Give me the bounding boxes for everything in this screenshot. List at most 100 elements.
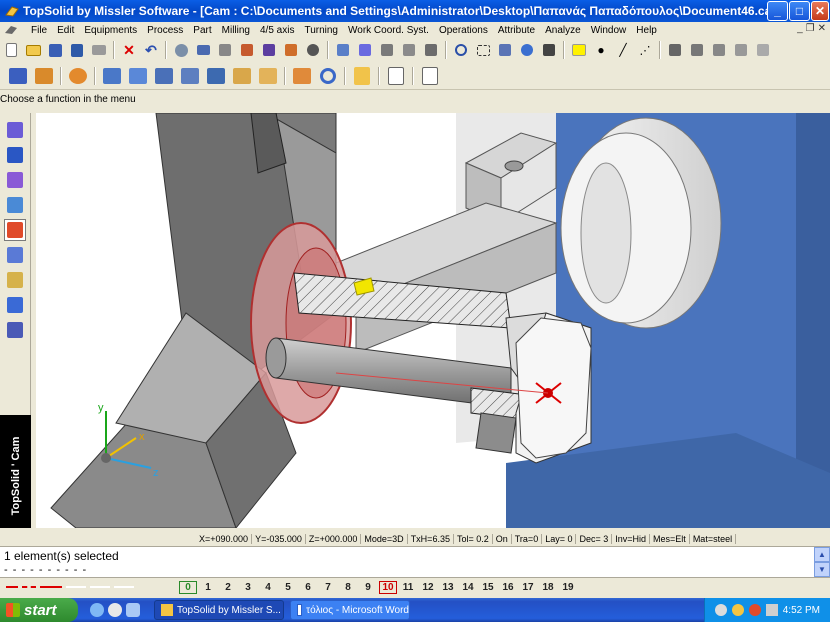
menu-milling[interactable]: Milling <box>217 25 255 36</box>
properties-button[interactable] <box>67 40 87 60</box>
layer-13[interactable]: 13 <box>438 582 458 593</box>
menu-work-coord-syst[interactable]: Work Coord. Syst. <box>343 25 434 36</box>
media-icon[interactable] <box>108 603 122 617</box>
layer-1[interactable]: 1 <box>198 582 218 593</box>
line-style-blank[interactable] <box>90 586 110 588</box>
cam-button-5[interactable] <box>126 64 150 88</box>
taskbar-item-topsolid[interactable]: TopSolid by Missler S... <box>154 600 284 620</box>
line-style-solid[interactable] <box>40 586 62 588</box>
layer-3[interactable]: 3 <box>238 582 258 593</box>
network-icon[interactable] <box>714 604 727 616</box>
undo-button[interactable]: ↶ <box>141 40 161 60</box>
menu-equipments[interactable]: Equipments <box>79 25 142 36</box>
layer-17[interactable]: 17 <box>518 582 538 593</box>
taskbar-item-word[interactable]: τόλιος - Microsoft Word <box>290 600 410 620</box>
ie-icon[interactable] <box>90 603 104 617</box>
cam-button-1[interactable] <box>6 64 30 88</box>
analysis-tool-button[interactable] <box>4 319 26 341</box>
tool-button-l[interactable] <box>421 40 441 60</box>
topsolid-app-icon[interactable] <box>4 3 20 19</box>
menu-window[interactable]: Window <box>586 25 632 36</box>
menu-attribute[interactable]: Attribute <box>493 25 540 36</box>
cam-tool-button[interactable] <box>4 219 26 241</box>
point-style-button[interactable]: ● <box>591 40 611 60</box>
tool-button-f[interactable] <box>281 40 301 60</box>
message-scrollbar[interactable]: ▲ ▼ <box>814 547 830 577</box>
status-on[interactable]: On <box>493 534 512 544</box>
rotate-button[interactable] <box>517 40 537 60</box>
layer-5[interactable]: 5 <box>278 582 298 593</box>
line-style-dashdot[interactable] <box>6 586 18 588</box>
cam-button-6[interactable] <box>152 64 176 88</box>
milling-tool-button[interactable] <box>4 269 26 291</box>
tool-button-e[interactable] <box>259 40 279 60</box>
layer-7[interactable]: 7 <box>318 582 338 593</box>
status-inv[interactable]: Inv=Hid <box>612 534 651 544</box>
start-button[interactable]: start <box>0 598 78 622</box>
cam-button-2[interactable] <box>32 64 56 88</box>
3d-viewport[interactable]: y x z <box>36 113 830 528</box>
status-mode[interactable]: Mode=3D <box>361 534 408 544</box>
extra-button-b[interactable] <box>687 40 707 60</box>
menu-file[interactable]: File <box>26 25 52 36</box>
tool-button-d[interactable] <box>237 40 257 60</box>
volume-icon[interactable] <box>765 604 778 616</box>
extra-button-c[interactable] <box>709 40 729 60</box>
menu-operations[interactable]: Operations <box>434 25 493 36</box>
layer-10[interactable]: 10 <box>379 580 397 594</box>
layer-4[interactable]: 4 <box>258 582 278 593</box>
extra-button-e[interactable] <box>753 40 773 60</box>
view-button[interactable] <box>495 40 515 60</box>
drafting-tool-button[interactable] <box>4 294 26 316</box>
cam-scene[interactable]: y x z <box>36 113 830 528</box>
line-type-button[interactable]: ⋰ <box>635 40 655 60</box>
tool-button-k[interactable] <box>399 40 419 60</box>
menu-turning[interactable]: Turning <box>299 25 343 36</box>
layer-2[interactable]: 2 <box>218 582 238 593</box>
cam-button-13[interactable] <box>350 64 374 88</box>
cam-button-8[interactable] <box>204 64 228 88</box>
cam-button-15[interactable] <box>418 64 442 88</box>
tool-button-j[interactable] <box>377 40 397 60</box>
tool-button-a[interactable] <box>171 40 191 60</box>
extra-button-a[interactable] <box>665 40 685 60</box>
scroll-down-icon[interactable]: ▼ <box>814 562 830 577</box>
layer-16[interactable]: 16 <box>498 582 518 593</box>
tool-button-h[interactable] <box>333 40 353 60</box>
scroll-up-icon[interactable]: ▲ <box>814 547 830 562</box>
new-file-button[interactable] <box>1 40 21 60</box>
status-mat[interactable]: Mat=steel <box>690 534 737 544</box>
menu-analyze[interactable]: Analyze <box>540 25 586 36</box>
clock[interactable]: 4:52 PM <box>783 605 820 616</box>
desktop-icon[interactable] <box>126 603 140 617</box>
cam-button-11[interactable] <box>290 64 314 88</box>
status-mes[interactable]: Mes=Elt <box>650 534 690 544</box>
alert-icon[interactable] <box>748 604 761 616</box>
minimize-button[interactable]: _ <box>767 1 788 21</box>
line-style-dashed[interactable] <box>22 586 36 588</box>
color-picker-button[interactable] <box>569 40 589 60</box>
cam-button-4[interactable] <box>100 64 124 88</box>
close-button[interactable]: ✕ <box>811 1 829 21</box>
cam-button-7[interactable] <box>178 64 202 88</box>
menu-help[interactable]: Help <box>631 25 662 36</box>
save-button[interactable] <box>45 40 65 60</box>
input-line[interactable]: - - - - - - - - - - <box>4 564 87 576</box>
print-button[interactable] <box>89 40 109 60</box>
line-style-thin[interactable] <box>66 586 86 588</box>
mdi-minimize-button[interactable]: _ <box>797 23 803 34</box>
layer-15[interactable]: 15 <box>478 582 498 593</box>
axis-button[interactable] <box>539 40 559 60</box>
cam-button-3[interactable] <box>66 64 90 88</box>
document-icon[interactable] <box>4 24 18 36</box>
tool-button-g[interactable] <box>303 40 323 60</box>
maximize-button[interactable]: □ <box>789 1 810 21</box>
turning-tool-button[interactable] <box>4 244 26 266</box>
open-file-button[interactable] <box>23 40 43 60</box>
tool-button-i[interactable] <box>355 40 375 60</box>
cam-button-10[interactable] <box>256 64 280 88</box>
status-txh[interactable]: TxH=6.35 <box>408 534 454 544</box>
tool-button-c[interactable] <box>215 40 235 60</box>
status-dec[interactable]: Dec= 3 <box>576 534 613 544</box>
layer-12[interactable]: 12 <box>418 582 438 593</box>
